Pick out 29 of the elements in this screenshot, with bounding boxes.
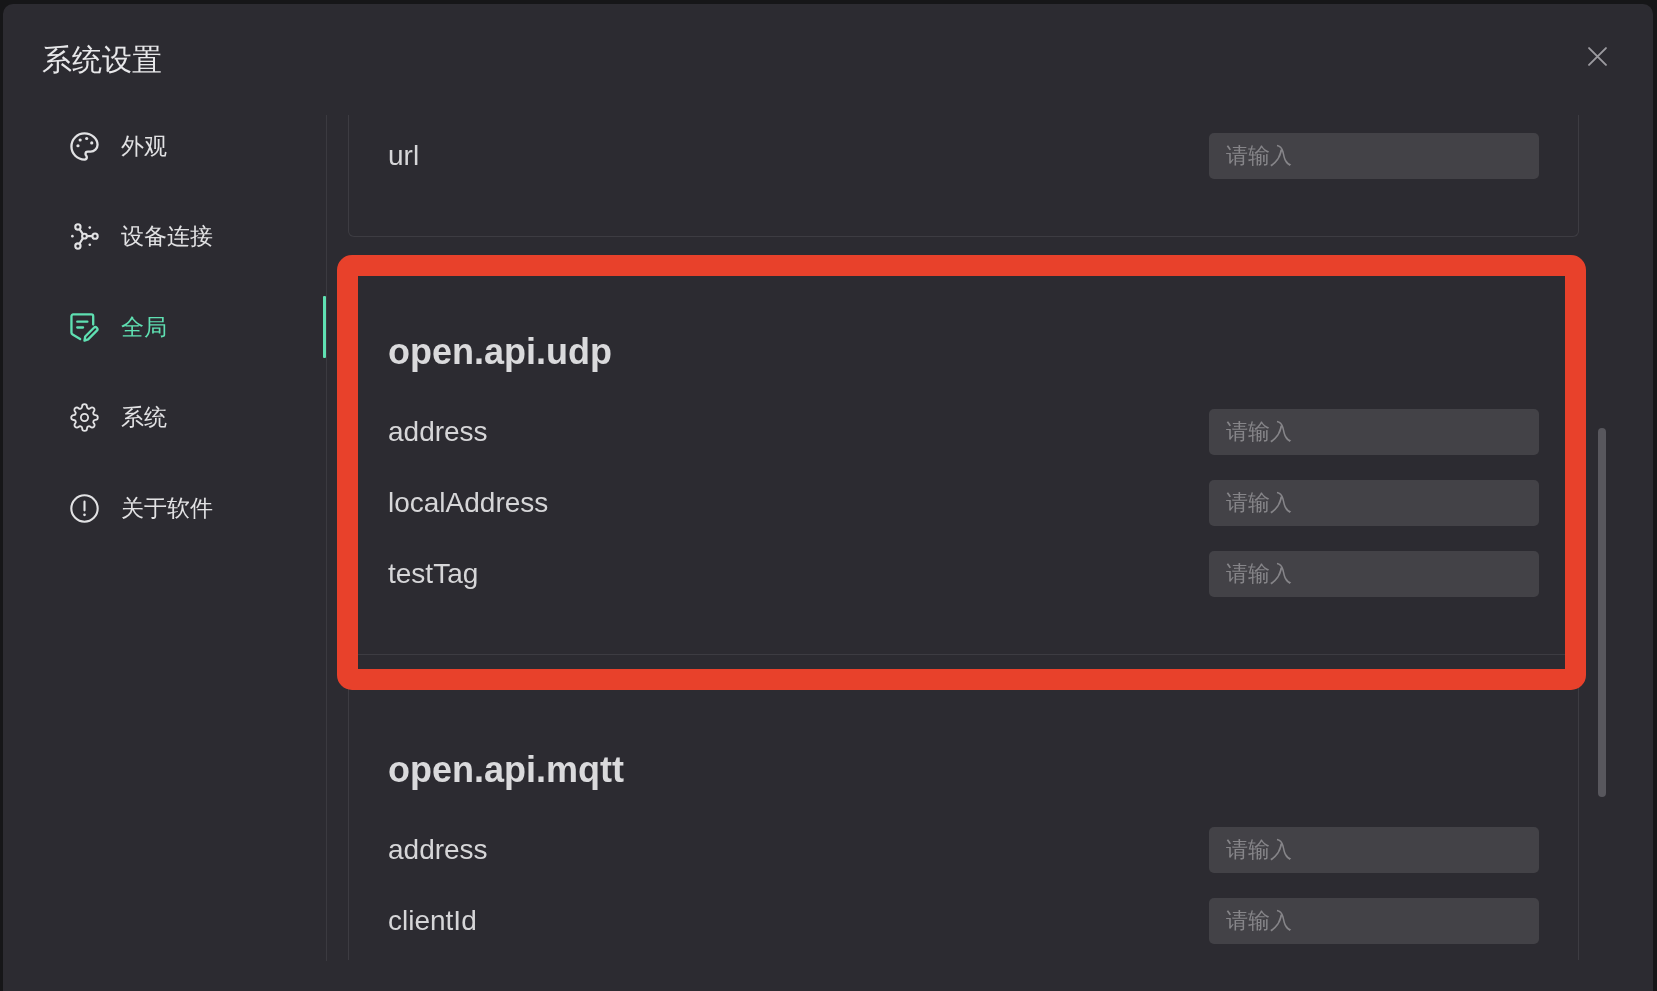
network-nodes-icon (70, 222, 99, 251)
field-label: address (388, 834, 488, 866)
text-input[interactable]: 请输入 (1209, 898, 1539, 944)
field-label: localAddress (388, 487, 549, 519)
palette-icon (70, 131, 99, 161)
sidebar-item[interactable]: 全局 (70, 311, 167, 343)
sidebar-item[interactable]: 外观 (70, 130, 167, 162)
gear-icon (70, 403, 99, 432)
field-label: testTag (388, 558, 479, 590)
sidebar-item[interactable]: 设备连接 (70, 221, 213, 252)
text-input[interactable]: 请输入 (1209, 133, 1539, 179)
text-input[interactable]: 请输入 (1209, 409, 1539, 455)
section-title: open.api.udp (388, 330, 613, 374)
section-title: open.api.mqtt (388, 748, 625, 792)
info-circle-icon (70, 493, 99, 523)
sidebar-item[interactable]: 系统 (70, 402, 167, 433)
sidebar-item[interactable]: 关于软件 (70, 492, 213, 524)
scrollbar[interactable] (1598, 428, 1606, 797)
field-label: address (388, 416, 488, 448)
close-button[interactable] (1588, 47, 1607, 66)
close-icon (1588, 47, 1607, 66)
field-label: url (388, 140, 420, 172)
dialog-title: 系统设置 (42, 41, 162, 78)
text-input[interactable]: 请输入 (1209, 551, 1539, 597)
active-indicator (323, 296, 326, 358)
text-input[interactable]: 请输入 (1209, 480, 1539, 526)
text-input[interactable]: 请输入 (1209, 827, 1539, 873)
field-label: clientId (388, 905, 477, 937)
document-pencil-icon (70, 312, 99, 342)
